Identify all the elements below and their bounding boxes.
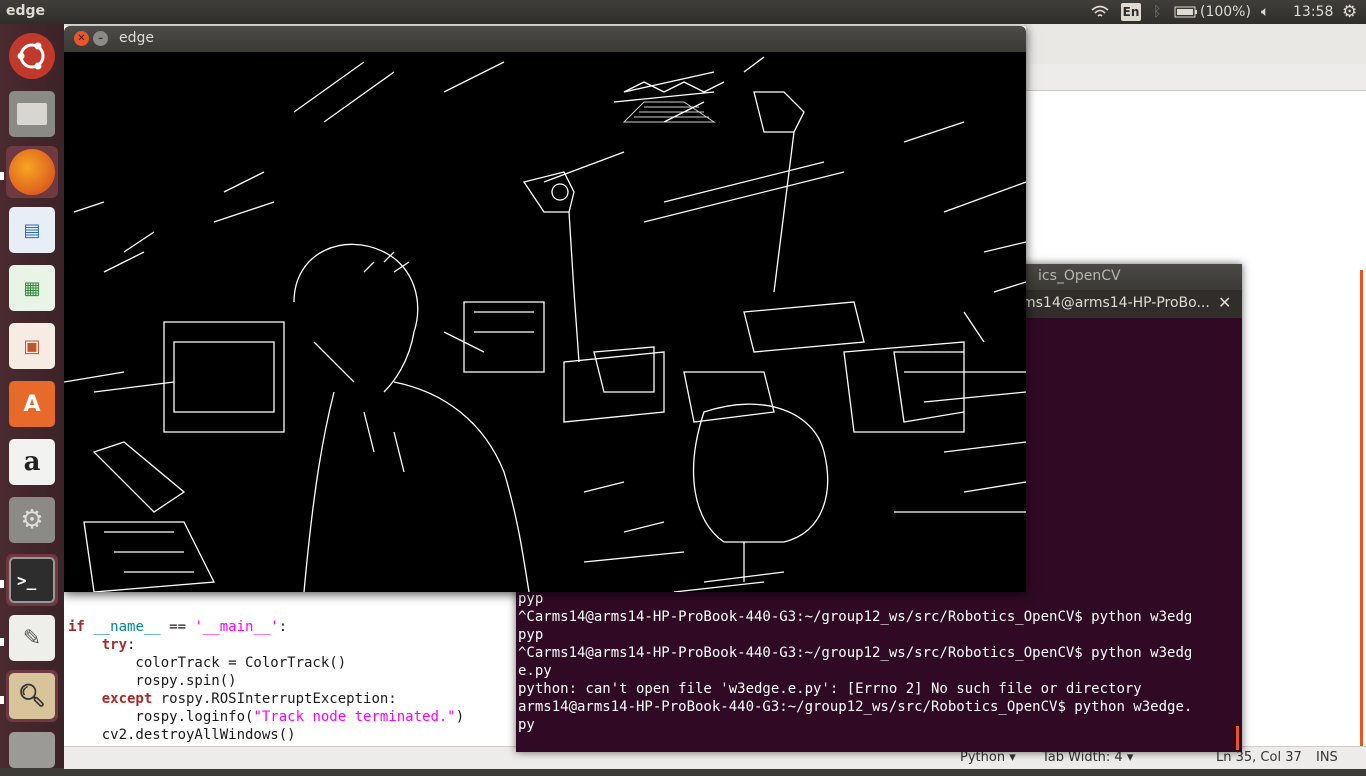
- amazon-icon: a: [9, 439, 55, 485]
- wifi-icon[interactable]: [1090, 0, 1110, 24]
- close-tab-icon[interactable]: ✕: [1218, 293, 1231, 312]
- code-token: except: [101, 691, 153, 707]
- code-line[interactable]: colorTrack = ColorTrack(): [68, 654, 464, 672]
- code-token: rospy.spin(): [68, 673, 237, 689]
- system-settings-icon: ⚙: [9, 497, 55, 543]
- calc-icon: ▦: [9, 265, 55, 311]
- terminal-icon: >_: [9, 557, 55, 603]
- top-panel: edge En ᛒ (100%) 🔈︎ 13:58 ⚙: [0, 0, 1366, 24]
- firefox-launcher[interactable]: [6, 146, 58, 198]
- edge-window[interactable]: ✕ – edge: [63, 26, 1027, 593]
- code-line[interactable]: try:: [68, 636, 464, 654]
- edge-lines-image: [63, 56, 1027, 593]
- trash-launcher[interactable]: [6, 724, 58, 776]
- code-token: :: [127, 637, 136, 653]
- code-view[interactable]: if __name__ == '__main__': try: colorTra…: [68, 618, 464, 744]
- insert-mode: INS: [1316, 750, 1338, 765]
- gear-icon[interactable]: ⚙: [1342, 0, 1357, 24]
- code-token: colorTrack = ColorTrack(): [68, 655, 347, 671]
- terminal-line: ^Carms14@arms14-HP-ProBook-440-G3:~/grou…: [518, 645, 1193, 661]
- text-editor-icon: ✎: [9, 615, 55, 661]
- ubuntu-dash-button[interactable]: [6, 30, 58, 82]
- code-line[interactable]: cv2.destroyAllWindows(): [68, 726, 464, 744]
- code-token: cv2.destroyAllWindows(): [68, 727, 296, 743]
- files-icon: [9, 91, 55, 137]
- edge-titlebar[interactable]: ✕ – edge: [64, 26, 1026, 52]
- firefox-icon: [9, 149, 55, 195]
- code-line[interactable]: rospy.spin(): [68, 672, 464, 690]
- software-center-icon: A: [9, 381, 55, 427]
- battery-percentage[interactable]: (100%): [1200, 0, 1251, 24]
- close-window-icon[interactable]: ✕: [74, 31, 89, 46]
- running-indicator: [0, 580, 4, 588]
- code-token: :: [278, 619, 288, 635]
- code-token: ): [455, 709, 465, 725]
- editor-header-bar: [1024, 24, 1366, 64]
- code-token: '__main__': [194, 619, 279, 635]
- code-token: ==: [160, 619, 195, 635]
- impress-icon: ▣: [9, 323, 55, 369]
- software-center-launcher[interactable]: A: [6, 378, 58, 430]
- code-token: __name__: [93, 619, 161, 635]
- terminal-line: py: [518, 717, 535, 733]
- trash-icon: [9, 732, 55, 768]
- terminal-line: pyp: [518, 627, 544, 643]
- running-indicator: [0, 172, 4, 180]
- writer-icon: ▤: [9, 207, 55, 253]
- tab-width-selector[interactable]: Tab Width: 4 ▾: [1042, 750, 1133, 765]
- code-token: rospy.loginfo(: [68, 709, 254, 725]
- clock[interactable]: 13:58: [1293, 0, 1333, 24]
- keyboard-language-indicator[interactable]: En: [1121, 3, 1141, 21]
- running-indicator: [0, 638, 4, 646]
- terminal-line: arms14@arms14-HP-ProBook-440-G3:~/group1…: [518, 699, 1193, 715]
- code-line[interactable]: rospy.loginfo("Track node terminated."): [68, 708, 464, 726]
- image-viewer-launcher[interactable]: 🔍︎: [6, 670, 58, 722]
- terminal-tab-label[interactable]: ms14@arms14-HP-ProBo...: [1022, 295, 1210, 311]
- code-token: try: [101, 637, 128, 653]
- editor-scroll-indicator[interactable]: [1360, 270, 1363, 746]
- terminal-line: ^Carms14@arms14-HP-ProBook-440-G3:~/grou…: [518, 609, 1193, 625]
- calc-launcher[interactable]: ▦: [6, 262, 58, 314]
- text-editor-launcher[interactable]: ✎: [6, 612, 58, 664]
- terminal-line: python: can't open file 'w3edge.e.py': […: [518, 681, 1142, 697]
- image-viewer-icon: 🔍︎: [9, 673, 55, 719]
- active-app-title: edge: [6, 3, 46, 19]
- settings-launcher[interactable]: ⚙: [6, 494, 58, 546]
- terminal-line: e.py: [518, 663, 552, 679]
- code-token: "Track node terminated.": [253, 709, 456, 725]
- running-indicator: [0, 696, 4, 704]
- amazon-launcher[interactable]: a: [6, 436, 58, 488]
- language-selector[interactable]: Python ▾: [960, 750, 1016, 765]
- unity-launcher: ▤ ▦ ▣ A a ⚙ >_ ✎ 🔍︎: [0, 24, 64, 768]
- terminal-launcher[interactable]: >_: [6, 554, 58, 606]
- impress-launcher[interactable]: ▣: [6, 320, 58, 372]
- writer-launcher[interactable]: ▤: [6, 204, 58, 256]
- bluetooth-icon[interactable]: ᛒ: [1153, 0, 1161, 24]
- code-line[interactable]: except rospy.ROSInterruptException:: [68, 690, 464, 708]
- battery-icon[interactable]: [1174, 0, 1198, 24]
- code-token: if: [68, 619, 94, 635]
- terminal-title: ics_OpenCV: [1038, 268, 1121, 284]
- code-line[interactable]: if __name__ == '__main__':: [68, 618, 464, 636]
- editor-tab-bar[interactable]: [1024, 64, 1366, 91]
- window-title: edge: [119, 30, 154, 46]
- files-launcher[interactable]: [6, 88, 58, 140]
- edge-detection-image: [63, 52, 1027, 593]
- terminal-scrollbar[interactable]: [1236, 726, 1239, 750]
- minimize-window-icon[interactable]: –: [93, 31, 108, 46]
- code-token: rospy.ROSInterruptException:: [152, 691, 397, 707]
- cursor-position: Ln 35, Col 37: [1216, 750, 1302, 765]
- terminal-line: pyp: [518, 591, 544, 607]
- ubuntu-logo-icon: [9, 33, 55, 79]
- volume-icon[interactable]: 🔈︎: [1261, 0, 1269, 24]
